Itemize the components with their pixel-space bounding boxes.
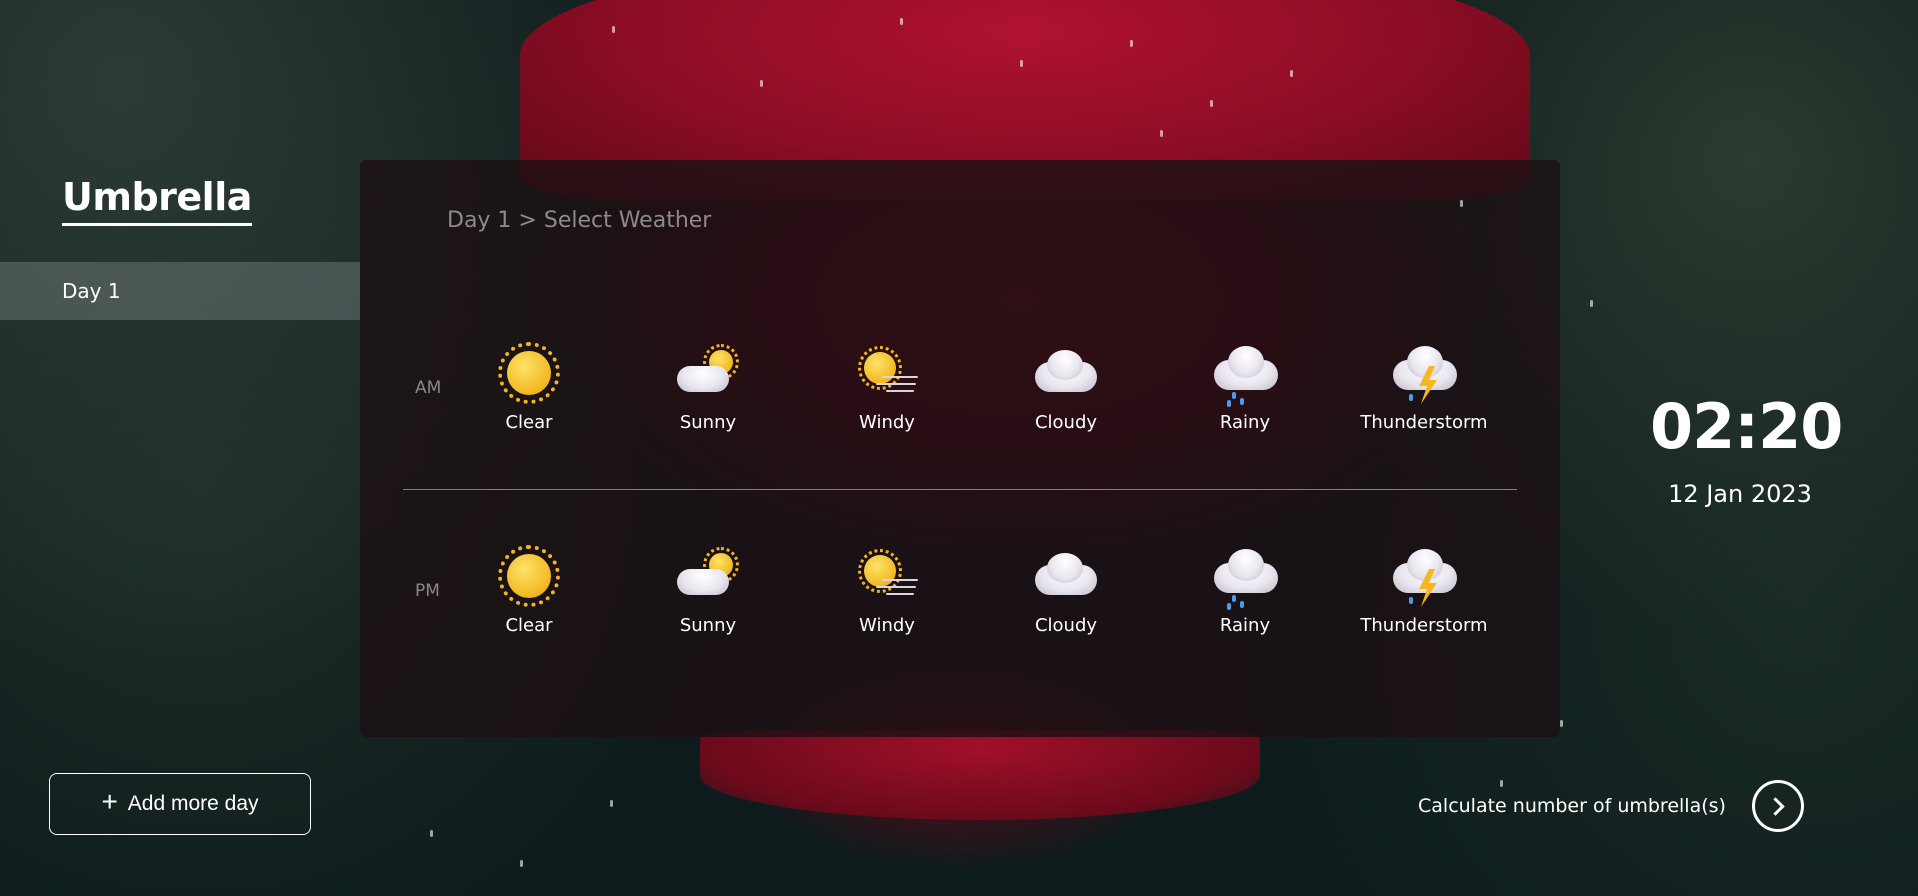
raindrop bbox=[1560, 720, 1563, 727]
clock-date: 12 Jan 2023 bbox=[1668, 480, 1812, 508]
weather-option-label: Windy bbox=[859, 412, 915, 433]
weather-option-windy[interactable]: Windy bbox=[812, 340, 962, 450]
rain-cloud-icon bbox=[1210, 340, 1280, 407]
add-more-day-label: Add more day bbox=[127, 792, 259, 815]
weather-option-label: Rainy bbox=[1219, 412, 1271, 433]
add-more-day-button[interactable]: + Add more day bbox=[49, 773, 311, 835]
weather-option-label: Thunderstorm bbox=[1360, 615, 1488, 636]
raindrop bbox=[520, 860, 523, 867]
raindrop bbox=[1020, 60, 1023, 67]
weather-option-clear[interactable]: Clear bbox=[454, 340, 604, 450]
chevron-right-icon[interactable] bbox=[1751, 780, 1804, 832]
sidebar-item-day-1[interactable]: Day 1 bbox=[0, 262, 360, 320]
am-weather-row: Clear Sunny Windy Cloudy Rainy Thunderstorm bbox=[360, 340, 1560, 450]
raindrop bbox=[430, 830, 433, 837]
sun-icon bbox=[494, 543, 564, 609]
weather-option-label: Windy bbox=[859, 615, 915, 636]
weather-option-windy[interactable]: Windy bbox=[812, 543, 962, 653]
raindrop bbox=[1290, 70, 1293, 77]
raindrop bbox=[900, 18, 903, 25]
raindrop bbox=[1130, 40, 1133, 47]
rain-cloud-icon bbox=[1210, 543, 1280, 610]
clock-time: 02:20 bbox=[1650, 390, 1843, 463]
pm-weather-row: Clear Sunny Windy Cloudy Rainy Thunderstorm bbox=[360, 543, 1560, 653]
raindrop bbox=[612, 26, 615, 33]
weather-option-label: Cloudy bbox=[1034, 412, 1098, 433]
raindrop bbox=[1210, 100, 1213, 107]
brand-title: Umbrella bbox=[62, 175, 252, 226]
calculate-umbrellas-link[interactable]: Calculate number of umbrella(s) bbox=[1418, 780, 1804, 832]
weather-option-label: Clear bbox=[505, 615, 553, 636]
weather-option-cloudy[interactable]: Cloudy bbox=[991, 543, 1141, 653]
windy-sun-icon bbox=[852, 543, 922, 609]
thunderstorm-icon bbox=[1389, 543, 1459, 609]
raindrop bbox=[1460, 200, 1463, 207]
umbrella-photo-bottom bbox=[700, 730, 1260, 820]
weather-option-label: Thunderstorm bbox=[1360, 412, 1488, 433]
row-divider bbox=[403, 489, 1517, 490]
plus-icon: + bbox=[101, 786, 118, 817]
weather-option-sunny[interactable]: Sunny bbox=[633, 340, 783, 450]
cloud-icon bbox=[1031, 543, 1101, 609]
app-background: Umbrella Day 1 + Add more day Day 1 > Se… bbox=[0, 0, 1918, 896]
weather-option-sunny[interactable]: Sunny bbox=[633, 543, 783, 653]
weather-option-label: Cloudy bbox=[1034, 615, 1098, 636]
windy-sun-icon bbox=[852, 340, 922, 406]
weather-panel: Day 1 > Select Weather AM Clear Sunny Wind… bbox=[360, 160, 1560, 737]
weather-option-label: Rainy bbox=[1219, 615, 1271, 636]
weather-option-rainy[interactable]: Rainy bbox=[1170, 340, 1320, 450]
raindrop bbox=[1590, 300, 1593, 307]
partly-sunny-icon bbox=[673, 340, 743, 406]
weather-option-rainy[interactable]: Rainy bbox=[1170, 543, 1320, 653]
weather-option-thunderstorm[interactable]: Thunderstorm bbox=[1349, 340, 1499, 450]
partly-sunny-icon bbox=[673, 543, 743, 609]
weather-option-thunderstorm[interactable]: Thunderstorm bbox=[1349, 543, 1499, 653]
raindrop bbox=[760, 80, 763, 87]
weather-option-label: Sunny bbox=[679, 615, 737, 636]
calculate-label: Calculate number of umbrella(s) bbox=[1418, 795, 1726, 817]
raindrop bbox=[610, 800, 613, 807]
weather-option-label: Clear bbox=[505, 412, 553, 433]
weather-option-cloudy[interactable]: Cloudy bbox=[991, 340, 1141, 450]
sun-icon bbox=[494, 340, 564, 406]
weather-option-clear[interactable]: Clear bbox=[454, 543, 604, 653]
breadcrumb: Day 1 > Select Weather bbox=[447, 208, 712, 233]
sidebar-item-label: Day 1 bbox=[62, 279, 121, 303]
cloud-icon bbox=[1031, 340, 1101, 406]
raindrop bbox=[1160, 130, 1163, 137]
thunderstorm-icon bbox=[1389, 340, 1459, 406]
weather-option-label: Sunny bbox=[679, 412, 737, 433]
raindrop bbox=[1500, 780, 1503, 787]
